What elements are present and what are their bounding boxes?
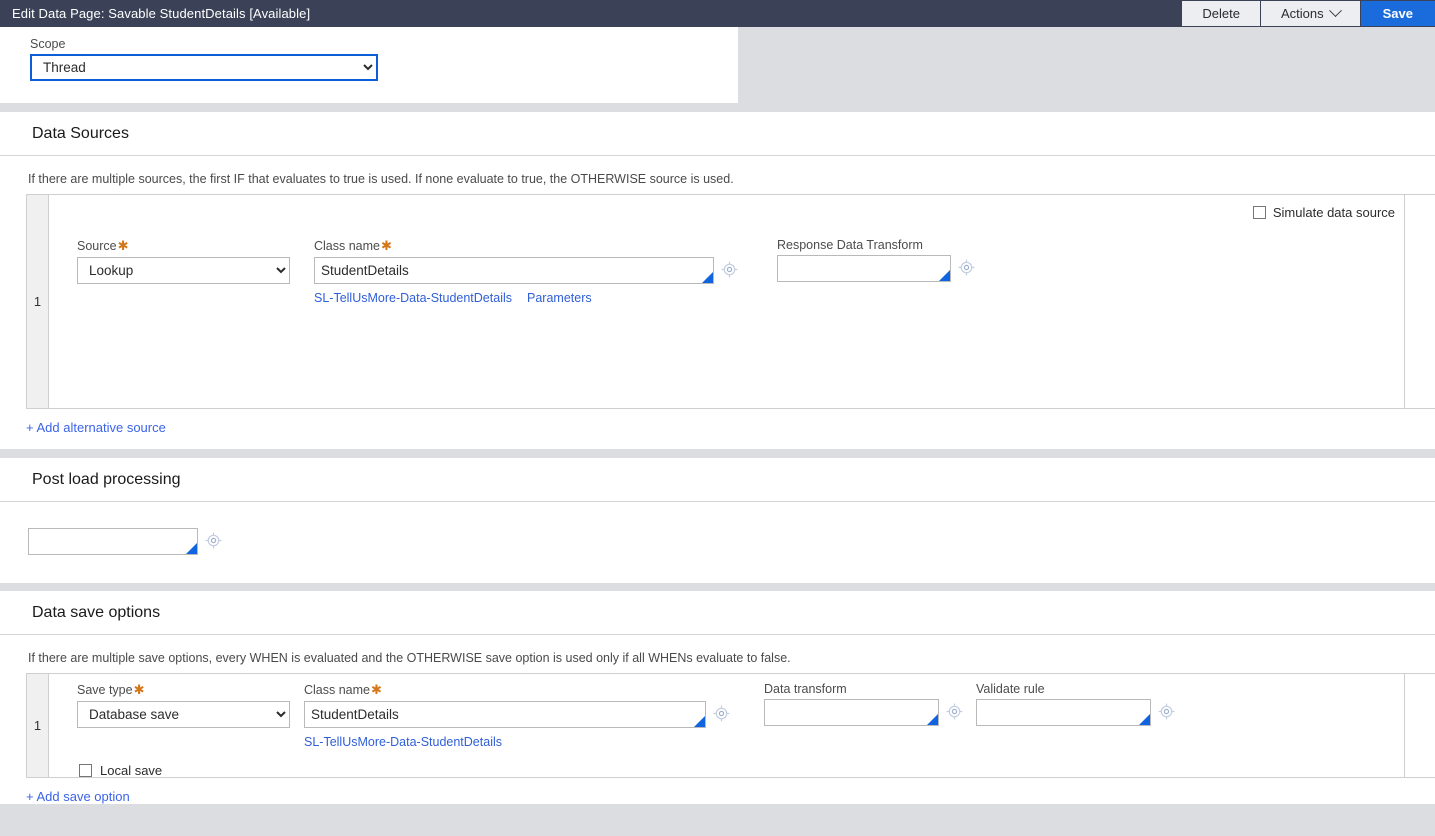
save-button[interactable]: Save	[1360, 1, 1435, 26]
class-rule-link[interactable]: SL-TellUsMore-Data-StudentDetails	[314, 291, 512, 305]
save-data-transform-input-wrapper	[764, 699, 939, 726]
actions-menu-button[interactable]: Actions	[1260, 1, 1360, 26]
data-save-helper: If there are multiple save options, ever…	[28, 651, 791, 665]
response-data-transform-input-wrapper	[777, 255, 951, 282]
target-crosshair-icon[interactable]	[958, 259, 975, 279]
header-actions: Delete Actions Save	[1182, 0, 1435, 27]
save-class-name-label-text: Class name	[304, 683, 370, 697]
scope-select[interactable]: Thread	[30, 54, 378, 81]
data-source-fields: Source✱ Lookup Class name✱ StudentDetail…	[49, 220, 1404, 305]
save-class-name-input[interactable]	[304, 701, 706, 728]
save-type-select[interactable]: Database save	[77, 701, 290, 728]
response-data-transform-label: Response Data Transform	[777, 238, 923, 252]
save-type-label: Save type✱	[77, 682, 304, 698]
actions-menu-label: Actions	[1280, 6, 1324, 21]
simulate-data-source-control[interactable]: Simulate data source	[49, 195, 1404, 220]
parameters-link[interactable]: Parameters	[527, 291, 592, 305]
response-data-transform-input[interactable]	[777, 255, 951, 282]
response-data-transform-group: Response Data Transform	[777, 238, 997, 305]
post-load-processing-panel: Post load processing	[0, 458, 1435, 583]
save-class-name-label: Class name✱	[304, 682, 764, 698]
local-save-control[interactable]: Local save	[49, 749, 1404, 778]
data-save-heading: Data save options	[0, 591, 1435, 635]
data-save-row: Save type✱ Database save Class name✱ Stu…	[49, 674, 1404, 778]
data-save-options-panel: Data save options If there are multiple …	[0, 591, 1435, 804]
class-name-links: SL-TellUsMore-Data-StudentDetails Parame…	[314, 284, 777, 305]
local-save-checkbox[interactable]	[79, 764, 92, 777]
class-name-label-text: Class name	[314, 239, 380, 253]
data-save-fields: Save type✱ Database save Class name✱ Stu…	[49, 674, 1404, 749]
data-source-row: Simulate data source Source✱ Lookup Clas…	[49, 195, 1404, 408]
target-crosshair-icon[interactable]	[713, 705, 730, 725]
save-class-name-links: SL-TellUsMore-Data-StudentDetails	[304, 728, 764, 749]
class-name-field-group: Class name✱ StudentDetails SL-TellUsMore…	[314, 238, 777, 305]
chevron-down-icon	[1328, 4, 1342, 18]
row-number: 1	[27, 674, 49, 777]
panel-divider	[0, 103, 1435, 112]
delete-button[interactable]: Delete	[1182, 1, 1260, 26]
target-crosshair-icon[interactable]	[1158, 703, 1175, 723]
save-class-name-field-group: Class name✱ StudentDetails SL-TellUsMore…	[304, 682, 764, 749]
data-sources-heading: Data Sources	[0, 112, 1435, 156]
data-sources-grid: 1 Simulate data source Source✱ Lookup Cl…	[26, 194, 1435, 409]
panel-divider	[0, 583, 1435, 591]
save-data-transform-label: Data transform	[764, 682, 847, 696]
class-name-input[interactable]	[314, 257, 714, 284]
data-save-grid: 1 Save type✱ Database save Class name✱ S…	[26, 673, 1435, 778]
add-alternative-source-link[interactable]: + Add alternative source	[26, 420, 166, 435]
required-marker: ✱	[117, 238, 129, 253]
scope-label: Scope	[30, 37, 66, 51]
save-class-rule-link[interactable]: SL-TellUsMore-Data-StudentDetails	[304, 735, 502, 749]
required-marker: ✱	[133, 682, 145, 697]
save-data-transform-input[interactable]	[764, 699, 939, 726]
row-number: 1	[27, 195, 49, 408]
required-marker: ✱	[381, 238, 392, 253]
post-load-heading: Post load processing	[0, 458, 1435, 502]
data-sources-panel: Data Sources If there are multiple sourc…	[0, 112, 1435, 449]
validate-rule-input-wrapper	[976, 699, 1151, 726]
post-load-activity-input[interactable]	[28, 528, 198, 555]
simulate-data-source-checkbox[interactable]	[1252, 206, 1266, 219]
simulate-data-source-label: Simulate data source	[1272, 205, 1395, 220]
grid-trailing-column	[1404, 674, 1435, 777]
validate-rule-label: Validate rule	[976, 682, 1045, 696]
page-title: Edit Data Page: Savable StudentDetails […	[12, 6, 311, 21]
panel-divider	[0, 449, 1435, 458]
validate-rule-input[interactable]	[976, 699, 1151, 726]
source-select[interactable]: Lookup	[77, 257, 290, 284]
class-name-input-wrapper	[314, 257, 714, 284]
source-label-text: Source	[77, 239, 117, 253]
required-marker: ✱	[371, 682, 382, 697]
source-label: Source✱	[77, 238, 314, 254]
target-crosshair-icon[interactable]	[205, 532, 222, 552]
save-class-name-input-wrapper	[304, 701, 706, 728]
validate-rule-group: Validate rule	[976, 682, 1188, 749]
post-load-activity-input-wrapper	[28, 528, 198, 555]
local-save-label: Local save	[100, 763, 163, 778]
save-data-transform-group: Data transform	[764, 682, 976, 749]
add-save-option-link[interactable]: + Add save option	[26, 789, 130, 804]
scope-panel: Scope Thread	[0, 27, 738, 103]
save-type-field-group: Save type✱ Database save	[77, 682, 304, 749]
target-crosshair-icon[interactable]	[721, 261, 738, 281]
data-sources-helper: If there are multiple sources, the first…	[28, 172, 734, 186]
source-field-group: Source✱ Lookup	[77, 238, 314, 305]
app-header: Edit Data Page: Savable StudentDetails […	[0, 0, 1435, 27]
target-crosshair-icon[interactable]	[946, 703, 963, 723]
grid-trailing-column	[1404, 195, 1435, 408]
save-type-label-text: Save type	[77, 683, 133, 697]
class-name-label: Class name✱	[314, 238, 777, 254]
